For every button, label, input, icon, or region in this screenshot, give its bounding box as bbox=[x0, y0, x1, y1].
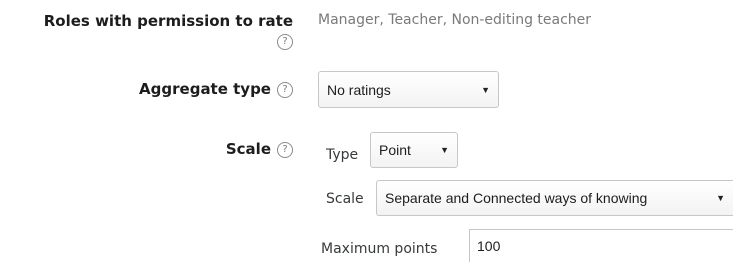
scale-scale-label: Scale bbox=[326, 191, 364, 207]
chevron-down-icon: ▼ bbox=[716, 193, 725, 203]
scale-label: Scale bbox=[225, 140, 271, 158]
scale-scale-selected: Separate and Connected ways of knowing bbox=[385, 190, 648, 206]
chevron-down-icon: ▼ bbox=[440, 145, 449, 155]
scale-type-selected: Point bbox=[379, 142, 411, 158]
aggregate-label-group: Aggregate type? bbox=[139, 80, 293, 98]
roles-label-group: Roles with permission to rate ? bbox=[44, 12, 293, 50]
scale-label-group: Scale? bbox=[226, 140, 293, 158]
roles-value: Manager, Teacher, Non-editing teacher bbox=[318, 12, 592, 28]
max-points-input[interactable]: 100 bbox=[469, 229, 733, 262]
scale-type-label: Type bbox=[326, 147, 359, 163]
scale-scale-select[interactable]: Separate and Connected ways of knowing ▼ bbox=[376, 180, 733, 216]
aggregate-help-icon[interactable]: ? bbox=[277, 81, 293, 98]
roles-help-icon[interactable]: ? bbox=[277, 33, 293, 50]
scale-type-select[interactable]: Point ▼ bbox=[370, 132, 458, 168]
aggregate-label: Aggregate type bbox=[139, 80, 271, 98]
max-points-label: Maximum points bbox=[321, 241, 438, 257]
aggregate-type-select[interactable]: No ratings ▼ bbox=[318, 71, 499, 108]
aggregate-type-selected: No ratings bbox=[327, 81, 391, 98]
rating-settings-form: Roles with permission to rate ? Manager,… bbox=[0, 0, 733, 262]
scale-help-icon[interactable]: ? bbox=[277, 141, 293, 158]
roles-label: Roles with permission to rate bbox=[43, 12, 293, 30]
chevron-down-icon: ▼ bbox=[481, 84, 490, 95]
